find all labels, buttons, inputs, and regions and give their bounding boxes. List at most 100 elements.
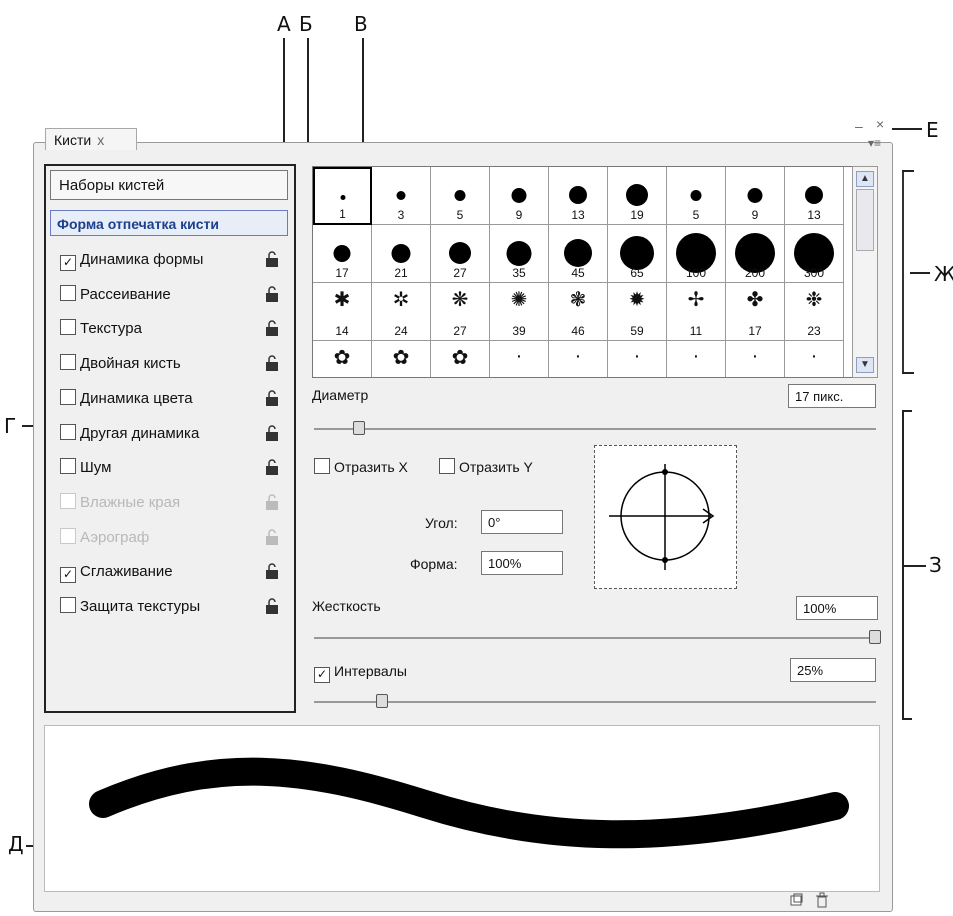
option-checkbox[interactable] [60,354,76,371]
brush-tip-cell[interactable]: 27 [431,225,490,283]
option-checkbox[interactable] [60,527,76,544]
brush-tip-cell[interactable]: 300 [785,225,844,283]
brush-tip-cell[interactable]: 100 [667,225,726,283]
option-checkbox[interactable] [60,319,76,336]
brush-tip-cell[interactable]: 65 [608,225,667,283]
diameter-field[interactable]: 17 пикс. [788,384,876,408]
lock-icon[interactable] [265,528,279,546]
brush-tip-cell[interactable]: 9 [726,167,785,225]
diameter-slider-track[interactable] [314,428,876,430]
option-item[interactable]: ✓ Динамика формы [60,248,280,272]
flip-x-box[interactable] [314,458,330,474]
option-checkbox[interactable] [60,458,76,475]
roundness-field[interactable]: 100% [481,551,563,575]
grid-scrollbar[interactable]: ▲ ▼ [852,166,878,378]
option-item[interactable]: Текстура [60,317,280,341]
angle-field[interactable]: 0° [481,510,563,534]
brush-tip-cell[interactable]: 200 [726,225,785,283]
option-item[interactable]: ✓ Сглаживание [60,560,280,584]
brush-tip-cell[interactable]: · [726,341,785,377]
hardness-slider-knob[interactable] [869,630,881,644]
brush-tip-cell[interactable]: 45 [549,225,608,283]
option-checkbox[interactable]: ✓ [60,255,76,271]
option-item[interactable]: Защита текстуры [60,595,280,619]
diameter-slider-knob[interactable] [353,421,365,435]
lock-icon[interactable] [265,250,279,268]
brush-tip-cell[interactable]: ❃ 46 [549,283,608,341]
option-checkbox[interactable] [60,597,76,613]
lock-icon[interactable] [265,354,279,372]
hardness-field[interactable]: 100% [796,596,878,620]
option-item[interactable]: Двойная кисть [60,352,280,376]
minimize-icon[interactable]: – [855,118,863,134]
lock-icon[interactable] [265,319,279,337]
panel-menu-icon[interactable]: ▾≡ [868,136,881,150]
brush-tip-cell[interactable]: ✤ 17 [726,283,785,341]
brush-tip-cell[interactable]: ✺ 39 [490,283,549,341]
brush-tip-cell[interactable]: 17 [313,225,372,283]
brush-tip-cell[interactable]: ✲ 24 [372,283,431,341]
brush-tip-cell[interactable]: ❉ 23 [785,283,844,341]
option-item[interactable]: Динамика цвета [60,387,280,411]
brush-tip-cell[interactable]: · [667,341,726,377]
tab-close-icon[interactable]: x [97,132,104,148]
lock-icon[interactable] [265,458,279,476]
lock-icon[interactable] [265,562,279,580]
brush-tip-cell[interactable]: · [608,341,667,377]
brush-presets-button[interactable]: Наборы кистей [50,170,288,200]
flip-y-checkbox[interactable]: Отразить Y [439,458,533,475]
brush-tip-cell[interactable]: ✿ [372,341,431,377]
brush-tip-cell[interactable]: 1 [313,167,372,225]
option-checkbox[interactable] [60,423,76,440]
scroll-down-icon[interactable]: ▼ [856,357,874,373]
scroll-up-icon[interactable]: ▲ [856,171,874,187]
spacing-box[interactable]: ✓ [314,667,330,683]
option-item[interactable]: Другая динамика [60,422,280,446]
brush-tip-cell[interactable]: 9 [490,167,549,225]
option-checkbox[interactable] [60,492,76,509]
brush-tip-cell[interactable]: ✿ [313,341,372,377]
spacing-field[interactable]: 25% [790,658,876,682]
spacing-slider-track[interactable] [314,701,876,703]
brush-tip-cell[interactable]: 13 [549,167,608,225]
hardness-slider-track[interactable] [314,637,876,639]
scroll-thumb[interactable] [856,189,874,251]
option-checkbox[interactable] [60,388,76,405]
brush-tip-cell[interactable]: 5 [431,167,490,225]
option-item[interactable]: Рассеивание [60,283,280,307]
lock-icon[interactable] [265,424,279,442]
spacing-checkbox[interactable]: ✓ Интервалы [314,663,407,683]
new-preset-icon[interactable] [789,893,803,907]
brush-tip-cell[interactable]: 13 [785,167,844,225]
brush-tip-cell[interactable]: 3 [372,167,431,225]
option-item[interactable]: Влажные края [60,491,280,515]
brush-tip-cell[interactable]: · [785,341,844,377]
brush-tip-cell[interactable]: 35 [490,225,549,283]
close-icon[interactable]: × [876,116,884,132]
flip-y-box[interactable] [439,458,455,474]
brush-tip-cell[interactable]: 19 [608,167,667,225]
tab-brushes[interactable]: Кисти x [45,128,137,150]
brush-tip-cell[interactable]: · [490,341,549,377]
brush-tip-cell[interactable]: ✱ 14 [313,283,372,341]
trash-icon[interactable] [815,892,829,908]
option-item[interactable]: Аэрограф [60,526,280,550]
lock-icon[interactable] [265,597,279,615]
option-checkbox[interactable]: ✓ [60,567,76,584]
lock-icon[interactable] [265,285,279,303]
brush-tip-cell[interactable]: ✢ 11 [667,283,726,341]
lock-icon[interactable] [265,389,279,407]
brush-tip-grid[interactable]: 1 3 5 9 13 19 5 9 13 17 21 27 35 45 65 100 200 300 ✱ 14 ✲ 24 ❋… [312,166,854,378]
option-checkbox[interactable] [60,284,76,301]
brush-tip-cell[interactable]: ✹ 59 [608,283,667,341]
brush-tip-cell[interactable]: ❋ 27 [431,283,490,341]
lock-icon[interactable] [265,493,279,511]
brush-tip-cell[interactable]: 21 [372,225,431,283]
angle-roundness-preview[interactable] [594,445,737,589]
spacing-slider-knob[interactable] [376,694,388,708]
brush-tip-cell[interactable]: 5 [667,167,726,225]
option-item[interactable]: Шум [60,456,280,480]
flip-x-checkbox[interactable]: Отразить X [314,458,408,475]
brush-tip-shape-item[interactable]: Форма отпечатка кисти [50,210,288,236]
brush-tip-cell[interactable]: · [549,341,608,377]
